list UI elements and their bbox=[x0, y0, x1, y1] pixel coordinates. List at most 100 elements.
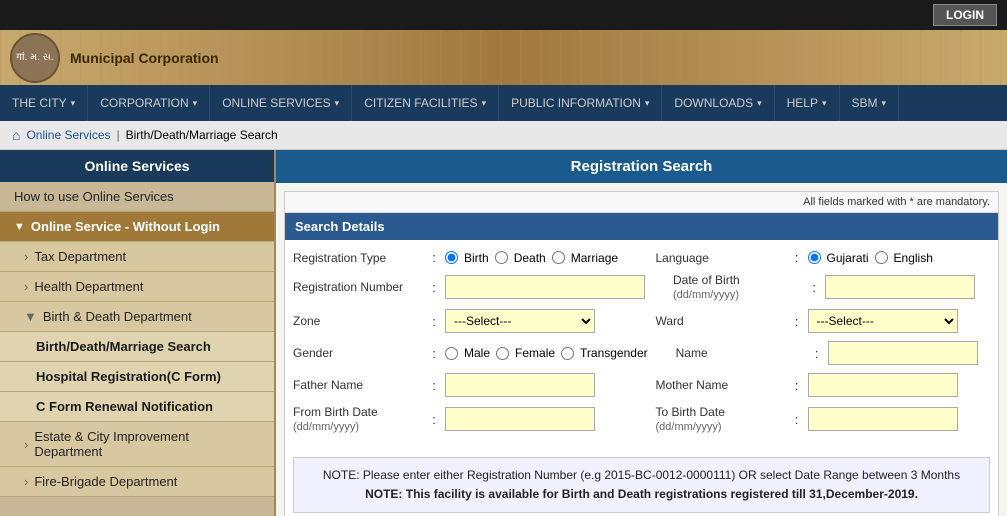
language-label: Language bbox=[656, 251, 786, 265]
top-header: LOGIN bbox=[0, 0, 1007, 30]
arrow-icon: ▼ bbox=[14, 221, 25, 233]
father-name-input[interactable] bbox=[445, 373, 595, 397]
row-reg-number: Registration Number : Date of Birth (dd/… bbox=[293, 273, 990, 301]
chevron-down-icon: ▾ bbox=[882, 98, 887, 109]
from-birth-date-label: From Birth Date (dd/mm/yyyy) bbox=[293, 405, 423, 433]
language-gujarati-label[interactable]: Gujarati bbox=[827, 251, 869, 265]
sidebar-item-fire-brigade[interactable]: › Fire-Brigade Department bbox=[0, 467, 274, 497]
sidebar-item-estate[interactable]: › Estate & City Improvement Department bbox=[0, 422, 274, 467]
registration-number-input[interactable] bbox=[445, 275, 645, 299]
dob-label: Date of Birth (dd/mm/yyyy) bbox=[673, 273, 803, 301]
ward-label: Ward bbox=[656, 314, 786, 328]
gender-label: Gender bbox=[293, 346, 423, 360]
arrow-icon: › bbox=[24, 249, 28, 264]
gender-radio: Male Female Transgender bbox=[445, 346, 648, 360]
nav-the-city[interactable]: THE CITY ▾ bbox=[0, 85, 88, 121]
chevron-down-icon: ▾ bbox=[757, 98, 762, 109]
gender-female-radio[interactable] bbox=[496, 347, 509, 360]
reg-type-death-radio[interactable] bbox=[495, 251, 508, 264]
arrow-icon: › bbox=[24, 437, 28, 452]
sidebar-item-birth-search[interactable]: Birth/Death/Marriage Search bbox=[0, 332, 274, 362]
corporation-name: Municipal Corporation bbox=[70, 50, 219, 66]
row-reg-type: Registration Type : Birth Death Marriage bbox=[293, 250, 990, 265]
row-date-range: From Birth Date (dd/mm/yyyy) : To Birth … bbox=[293, 405, 990, 433]
row-parents: Father Name : Mother Name : bbox=[293, 373, 990, 397]
sidebar-item-without-login[interactable]: ▼ Online Service - Without Login bbox=[0, 212, 274, 242]
note-1: NOTE: Please enter either Registration N… bbox=[304, 466, 979, 485]
content-header: Registration Search bbox=[276, 150, 1007, 183]
nav-help[interactable]: HELP ▾ bbox=[775, 85, 840, 121]
nav-bar: THE CITY ▾ CORPORATION ▾ ONLINE SERVICES… bbox=[0, 85, 1007, 121]
chevron-down-icon: ▾ bbox=[193, 98, 198, 109]
breadcrumb: ⌂ Online Services | Birth/Death/Marriage… bbox=[0, 121, 1007, 150]
reg-type-birth-label[interactable]: Birth bbox=[464, 251, 489, 265]
sidebar-item-cform-renewal[interactable]: C Form Renewal Notification bbox=[0, 392, 274, 422]
ward-select[interactable]: ---Select--- bbox=[808, 309, 958, 333]
sidebar-item-tax[interactable]: › Tax Department bbox=[0, 242, 274, 272]
sidebar-item-birth-death[interactable]: ▼ Birth & Death Department bbox=[0, 302, 274, 332]
breadcrumb-online-services[interactable]: Online Services bbox=[26, 128, 110, 142]
reg-type-death-label[interactable]: Death bbox=[514, 251, 546, 265]
mandatory-note: All fields marked with * are mandatory. bbox=[285, 192, 998, 213]
nav-corporation[interactable]: CORPORATION ▾ bbox=[88, 85, 210, 121]
form-container: All fields marked with * are mandatory. … bbox=[284, 191, 999, 516]
reg-type-marriage-label[interactable]: Marriage bbox=[571, 251, 618, 265]
reg-type-birth-radio[interactable] bbox=[445, 251, 458, 264]
name-label: Name bbox=[676, 346, 806, 360]
reg-type-marriage-radio[interactable] bbox=[552, 251, 565, 264]
gender-female-label[interactable]: Female bbox=[515, 346, 555, 360]
nav-sbm[interactable]: SBM ▾ bbox=[840, 85, 900, 121]
row-zone-ward: Zone : ---Select--- Ward : ---Select--- bbox=[293, 309, 990, 333]
arrow-icon: › bbox=[24, 279, 28, 294]
reg-type-label: Registration Type bbox=[293, 251, 423, 265]
zone-label: Zone bbox=[293, 314, 423, 328]
chevron-down-icon: ▾ bbox=[335, 98, 340, 109]
search-details-header: Search Details bbox=[285, 213, 998, 240]
to-birth-date-label: To Birth Date (dd/mm/yyyy) bbox=[656, 405, 786, 433]
language-english-label[interactable]: English bbox=[894, 251, 933, 265]
arrow-icon: › bbox=[24, 474, 28, 489]
date-of-birth-input[interactable] bbox=[825, 275, 975, 299]
nav-citizen-facilities[interactable]: CITIZEN FACILITIES ▾ bbox=[352, 85, 499, 121]
row-gender-name: Gender : Male Female Transgender Name bbox=[293, 341, 990, 365]
note-2: NOTE: This facility is available for Bir… bbox=[304, 485, 979, 504]
logo-emblem: गां. મ. સ. bbox=[10, 33, 60, 83]
home-icon: ⌂ bbox=[12, 127, 20, 143]
chevron-down-icon: ▾ bbox=[71, 98, 76, 109]
zone-select[interactable]: ---Select--- bbox=[445, 309, 595, 333]
main-layout: Online Services How to use Online Servic… bbox=[0, 150, 1007, 516]
arrow-icon: ▼ bbox=[24, 309, 37, 324]
chevron-down-icon: ▾ bbox=[645, 98, 650, 109]
sidebar: Online Services How to use Online Servic… bbox=[0, 150, 276, 516]
language-radio: Gujarati English bbox=[808, 251, 933, 265]
main-content: Registration Search All fields marked wi… bbox=[276, 150, 1007, 516]
logo-bar: गां. મ. સ. Municipal Corporation bbox=[0, 30, 1007, 85]
gender-transgender-radio[interactable] bbox=[561, 347, 574, 360]
gender-male-label[interactable]: Male bbox=[464, 346, 490, 360]
chevron-down-icon: ▾ bbox=[822, 98, 827, 109]
sidebar-header: Online Services bbox=[0, 150, 274, 182]
language-gujarati-radio[interactable] bbox=[808, 251, 821, 264]
gender-male-radio[interactable] bbox=[445, 347, 458, 360]
nav-online-services[interactable]: ONLINE SERVICES ▾ bbox=[210, 85, 352, 121]
note-box: NOTE: Please enter either Registration N… bbox=[293, 457, 990, 513]
form-body: Registration Type : Birth Death Marriage bbox=[285, 240, 998, 451]
mother-name-label: Mother Name bbox=[656, 378, 786, 392]
login-button[interactable]: LOGIN bbox=[933, 4, 997, 26]
name-input[interactable] bbox=[828, 341, 978, 365]
from-birth-date-input[interactable] bbox=[445, 407, 595, 431]
sidebar-item-hospital-reg[interactable]: Hospital Registration(C Form) bbox=[0, 362, 274, 392]
father-name-label: Father Name bbox=[293, 378, 423, 392]
breadcrumb-current: Birth/Death/Marriage Search bbox=[126, 128, 278, 142]
mother-name-input[interactable] bbox=[808, 373, 958, 397]
nav-downloads[interactable]: DOWNLOADS ▾ bbox=[662, 85, 774, 121]
sidebar-item-how-to[interactable]: How to use Online Services bbox=[0, 182, 274, 212]
chevron-down-icon: ▾ bbox=[482, 98, 487, 109]
gender-transgender-label[interactable]: Transgender bbox=[580, 346, 648, 360]
reg-number-label: Registration Number bbox=[293, 280, 423, 294]
to-birth-date-input[interactable] bbox=[808, 407, 958, 431]
nav-public-information[interactable]: PUBLIC INFORMATION ▾ bbox=[499, 85, 662, 121]
registration-type-radio: Birth Death Marriage bbox=[445, 251, 618, 265]
sidebar-item-health[interactable]: › Health Department bbox=[0, 272, 274, 302]
language-english-radio[interactable] bbox=[875, 251, 888, 264]
